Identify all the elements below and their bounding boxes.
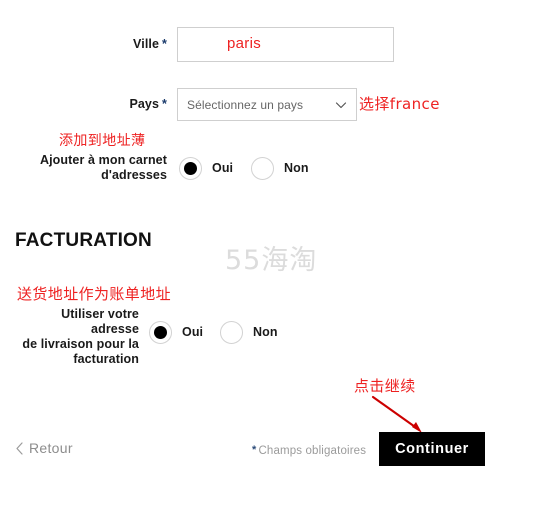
address-book-hint-annotation: 添加到地址薄 (59, 133, 146, 149)
city-input[interactable] (177, 27, 394, 62)
country-field-label: Pays * (97, 97, 167, 112)
city-field-label: Ville * (97, 37, 167, 52)
country-required-asterisk: * (162, 97, 167, 111)
country-select-value: Sélectionnez un pays (187, 97, 304, 112)
use-shipping-address-label: Utiliser votre adresse de livraison pour… (15, 307, 139, 367)
address-book-label-line2: d'adresses (101, 168, 167, 182)
address-book-radio-oui[interactable] (179, 157, 202, 180)
use-shipping-radio-non-label[interactable]: Non (253, 325, 278, 339)
use-shipping-label-line3: facturation (73, 352, 139, 366)
address-book-radio-non[interactable] (251, 157, 274, 180)
country-label-text: Pays (129, 97, 160, 111)
use-shipping-radio-oui[interactable] (149, 321, 172, 344)
chevron-left-icon (15, 441, 24, 455)
chevron-down-icon (335, 99, 347, 110)
city-label-text: Ville (133, 37, 160, 51)
address-book-radio-oui-label[interactable]: Oui (212, 161, 233, 175)
billing-section-title: FACTURATION (15, 230, 152, 251)
city-required-asterisk: * (162, 37, 167, 51)
use-shipping-label-line2: de livraison pour la (22, 337, 139, 351)
country-select[interactable]: Sélectionnez un pays (177, 88, 357, 121)
use-shipping-radio-non[interactable] (220, 321, 243, 344)
address-book-label-line1: Ajouter à mon carnet (39, 153, 167, 167)
continue-button[interactable]: Continuer (379, 432, 485, 466)
city-value-annotation: paris (227, 35, 262, 52)
checkout-address-form-page: Ville * paris Pays * Sélectionnez un pays … (0, 0, 540, 507)
mandatory-asterisk: * (252, 444, 257, 456)
use-shipping-radio-oui-label[interactable]: Oui (182, 325, 203, 339)
mandatory-fields-note: * Champs obligatoires (252, 444, 366, 457)
use-shipping-label-line1: Utiliser votre adresse (61, 307, 139, 336)
billing-hint-annotation: 送货地址作为账单地址 (17, 285, 172, 303)
address-book-label: Ajouter à mon carnet d'adresses (15, 153, 167, 183)
site-watermark: 55海淘 (225, 245, 318, 276)
mandatory-note-text: Champs obligatoires (258, 445, 367, 457)
back-link[interactable]: Retour (15, 440, 73, 456)
back-link-label: Retour (29, 440, 73, 456)
address-book-radio-non-label[interactable]: Non (284, 161, 309, 175)
country-hint-annotation: 选择france (359, 95, 440, 113)
